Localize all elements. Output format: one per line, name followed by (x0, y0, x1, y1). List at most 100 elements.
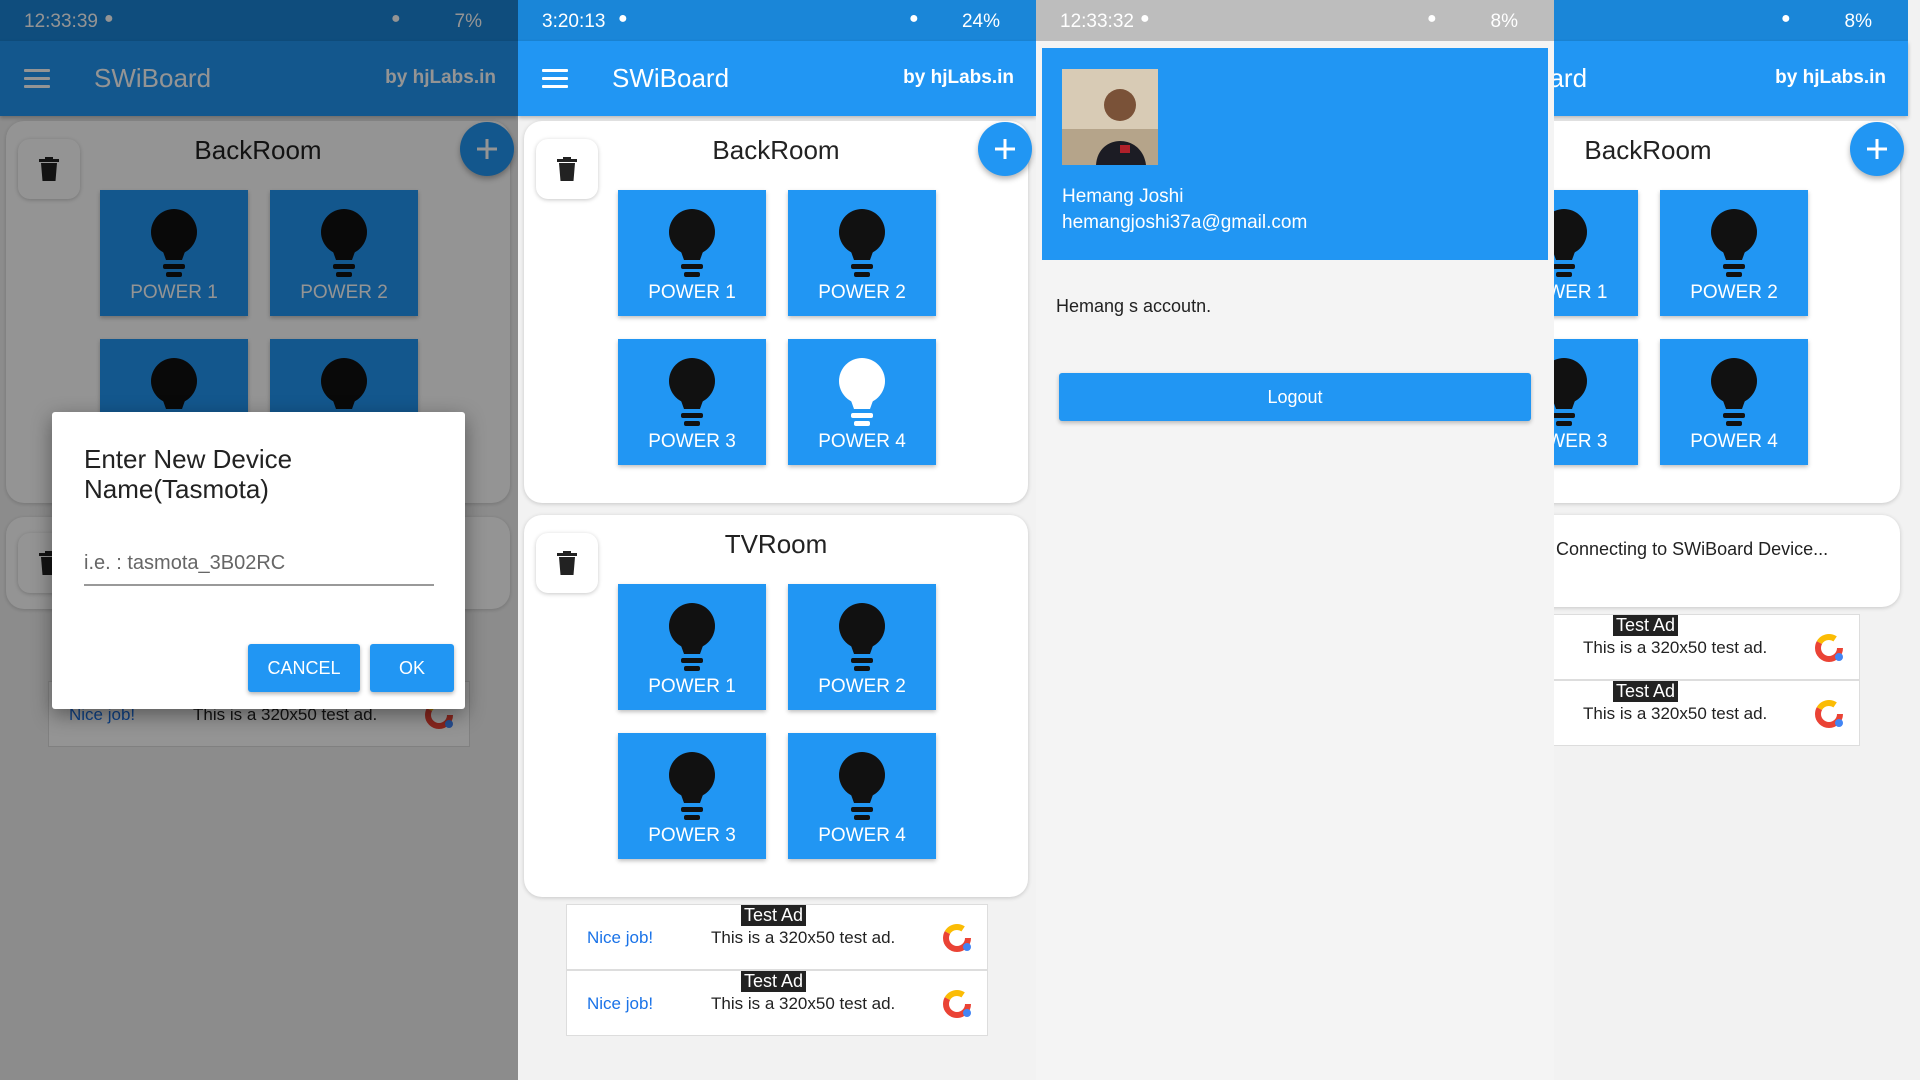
bulb-off-icon (1554, 209, 1587, 277)
ad-text: This is a 320x50 test ad. (1583, 638, 1768, 657)
device-tile-power-4[interactable]: POWER 4 (788, 733, 936, 859)
device-label: OWER 1 (1554, 282, 1608, 303)
device-tile-power-1[interactable]: POWER 1 (618, 584, 766, 710)
bulb-off-icon (839, 603, 885, 671)
avatar (1062, 69, 1158, 165)
bulb-off-icon (1554, 358, 1587, 426)
ad-text: This is a 320x50 test ad. (711, 928, 896, 947)
ad-nice-job[interactable]: Nice job! (587, 994, 653, 1014)
device-label: POWER 3 (648, 431, 736, 452)
panel-rooms-list: 3:20:13 ● ● 24% SWiBoard by hjLabs.in Ba… (518, 0, 1036, 1080)
device-name-input[interactable] (84, 542, 434, 586)
user-email: hemangjoshi37a@gmail.com (1062, 212, 1308, 233)
device-tile-power-2[interactable]: POWER 2 (1660, 190, 1808, 316)
app-by-label: by hjLabs.in (903, 67, 1014, 88)
bulb-on-icon (839, 358, 885, 426)
ad-logo-icon (1815, 634, 1843, 662)
bulb-off-icon (669, 209, 715, 277)
connecting-text: Connecting to SWiBoard Device... (1556, 539, 1829, 559)
room-card-backroom: BackRoom POWER 1 POWER 2 POWER 3 POWER 4 (524, 121, 1028, 503)
status-battery: 24% (961, 11, 1000, 32)
new-device-dialog: Enter New Device Name(Tasmota) CANCEL OK (52, 412, 465, 709)
plus-icon (1867, 139, 1887, 159)
banner-ad[interactable]: Test Ad This is a 320x50 test ad. (1554, 614, 1860, 680)
bulb-off-icon (839, 752, 885, 820)
add-device-fab[interactable] (1850, 122, 1904, 176)
add-device-fab[interactable] (978, 122, 1032, 176)
device-label: POWER 3 (648, 825, 736, 846)
bulb-off-icon (1711, 358, 1757, 426)
device-label: POWER 4 (1690, 431, 1778, 452)
test-ad-tag: Test Ad (1613, 615, 1679, 636)
device-label: POWER 4 (818, 431, 906, 452)
device-label: POWER 4 (818, 825, 906, 846)
account-text: Hemang s accoutn. (1056, 296, 1212, 316)
room-title: BackRoom (1584, 135, 1712, 165)
banner-ad[interactable]: Test Ad This is a 320x50 test ad. (1554, 680, 1860, 746)
status-battery: 8% (1844, 11, 1872, 32)
room-card: BackRoom OWER 1 POWER 2 OWER 3 POWER 4 (1554, 121, 1900, 503)
connecting-card: Connecting to SWiBoard Device... (1554, 515, 1900, 607)
logout-button[interactable]: Logout (1059, 373, 1531, 421)
device-tile-power-3[interactable]: POWER 3 (618, 339, 766, 465)
device-tile-power-2[interactable]: POWER 2 (788, 190, 936, 316)
device-tile-power-1[interactable]: OWER 1 (1554, 190, 1638, 316)
status-bar: 12:33:32 ● ● 8% (1036, 0, 1554, 41)
delete-room-button[interactable] (536, 139, 598, 199)
room-title: TVRoom (724, 529, 828, 559)
bulb-off-icon (669, 358, 715, 426)
status-time: 3:20:13 (542, 11, 606, 32)
bulb-off-icon (1711, 209, 1757, 277)
signal-dot-icon: ● (1781, 10, 1791, 27)
device-tile-power-1[interactable]: POWER 1 (618, 190, 766, 316)
room-title: BackRoom (712, 135, 840, 165)
app-title: SWiBoard (612, 63, 730, 93)
panel-account-drawer: 12:33:32 ● ● 8% Hemang Joshi hemangjoshi… (1036, 0, 1554, 1080)
profile-photo-icon (1062, 69, 1158, 165)
app-bar: oard by hjLabs.in (1554, 41, 1908, 116)
test-ad-tag: Test Ad (1613, 681, 1679, 702)
signal-dot-icon: ● (1427, 10, 1437, 27)
device-label: OWER 3 (1554, 431, 1608, 452)
device-label: POWER 2 (818, 676, 906, 697)
cancel-button[interactable]: CANCEL (248, 644, 360, 692)
status-bar: 3:20:13 ● ● 24% (518, 0, 1036, 41)
device-tile-power-3[interactable]: POWER 3 (618, 733, 766, 859)
drawer-header: Hemang Joshi hemangjoshi37a@gmail.com (1042, 48, 1548, 260)
test-ad-tag: Test Ad (741, 905, 807, 926)
device-tile-power-4[interactable]: POWER 4 (1660, 339, 1808, 465)
trash-icon (557, 551, 577, 575)
device-label: POWER 1 (648, 676, 736, 697)
device-label: POWER 1 (648, 282, 736, 303)
ad-nice-job[interactable]: Nice job! (587, 928, 653, 948)
plus-icon (995, 139, 1015, 159)
ok-button[interactable]: OK (370, 644, 454, 692)
dialog-title: Enter New Device Name(Tasmota) (84, 444, 293, 504)
banner-ad[interactable]: Test Ad Nice job! This is a 320x50 test … (566, 904, 988, 970)
device-tile-power-3[interactable]: OWER 3 (1554, 339, 1638, 465)
trash-icon (557, 157, 577, 181)
device-label: POWER 2 (1690, 282, 1778, 303)
hamburger-menu-icon[interactable] (542, 69, 568, 89)
ad-text: This is a 320x50 test ad. (711, 994, 896, 1013)
notification-dot-icon: ● (618, 10, 628, 27)
bulb-off-icon (839, 209, 885, 277)
status-battery: 8% (1490, 11, 1518, 32)
screenshot-collage: 12:33:39 ● ● 7% SWiBoard by hjLabs.in Ba… (0, 0, 1920, 1080)
device-tile-power-2[interactable]: POWER 2 (788, 584, 936, 710)
status-bar: ● 8% (1554, 0, 1908, 41)
ad-logo-icon (1815, 700, 1843, 728)
signal-dot-icon: ● (909, 10, 919, 27)
status-time: 12:33:32 (1060, 11, 1134, 32)
ad-logo-icon (943, 990, 971, 1018)
test-ad-tag: Test Ad (741, 971, 807, 992)
ad-text: This is a 320x50 test ad. (1583, 704, 1768, 723)
room-card-tvroom: TVRoom POWER 1 POWER 2 POWER 3 POWER 4 (524, 515, 1028, 897)
notification-dot-icon: ● (1140, 10, 1150, 27)
delete-room-button[interactable] (536, 533, 598, 593)
device-label: POWER 2 (818, 282, 906, 303)
bulb-off-icon (669, 752, 715, 820)
banner-ad[interactable]: Test Ad Nice job! This is a 320x50 test … (566, 970, 988, 1036)
app-bar: SWiBoard by hjLabs.in (518, 41, 1036, 116)
device-tile-power-4[interactable]: POWER 4 (788, 339, 936, 465)
